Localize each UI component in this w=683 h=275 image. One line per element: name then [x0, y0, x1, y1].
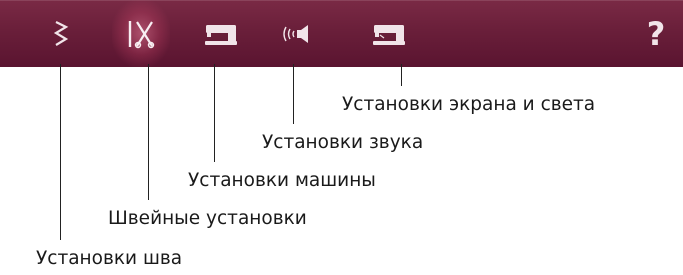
settings-toolbar: ? [0, 0, 683, 67]
label-machine-settings: Установки машины [188, 170, 376, 191]
zigzag-stitch-icon [53, 21, 69, 46]
sewing-machine-light-icon [373, 25, 405, 45]
tab-stitch-settings[interactable] [38, 0, 84, 67]
speaker-sound-icon [283, 25, 308, 43]
leader-machine-settings [214, 64, 215, 162]
tab-sound-settings[interactable] [272, 0, 318, 67]
leader-screen-light-settings [401, 64, 402, 86]
tab-sewing-settings[interactable] [112, 0, 170, 67]
label-stitch-settings: Установки шва [36, 248, 183, 269]
tab-machine-settings[interactable] [196, 0, 244, 67]
leader-sewing-settings [148, 64, 149, 200]
sewing-machine-icon [205, 25, 237, 45]
tab-screen-light-settings[interactable] [364, 0, 414, 67]
label-sound-settings: Установки звука [262, 132, 424, 153]
leader-sound-settings [293, 64, 294, 124]
label-sewing-settings: Швейные установки [108, 208, 307, 229]
label-screen-light-settings: Установки экрана и света [342, 94, 596, 115]
leader-stitch-settings [60, 64, 61, 240]
needle-scissors-icon [128, 21, 155, 49]
help-button[interactable]: ? [641, 14, 671, 54]
